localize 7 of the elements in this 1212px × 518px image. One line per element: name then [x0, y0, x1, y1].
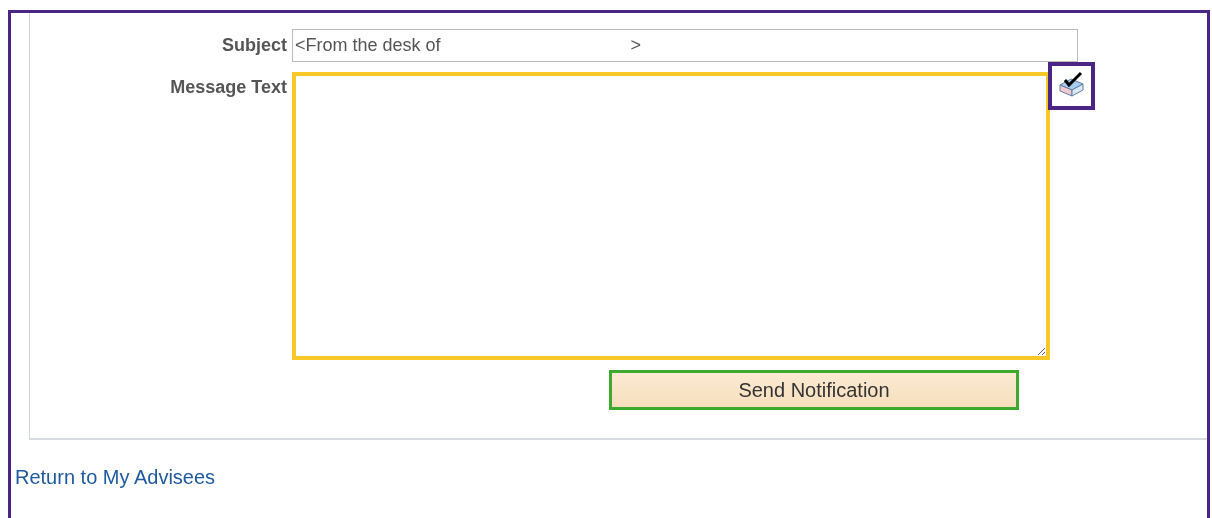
- return-link[interactable]: Return to My Advisees: [15, 466, 216, 488]
- subject-field[interactable]: <From the desk of >: [292, 29, 1078, 62]
- message-field[interactable]: [292, 72, 1050, 360]
- send-notification-button[interactable]: Send Notification: [609, 370, 1019, 410]
- subject-label: Subject: [221, 34, 288, 56]
- message-label: Message Text: [169, 76, 288, 98]
- spell-check-button[interactable]: [1048, 62, 1095, 110]
